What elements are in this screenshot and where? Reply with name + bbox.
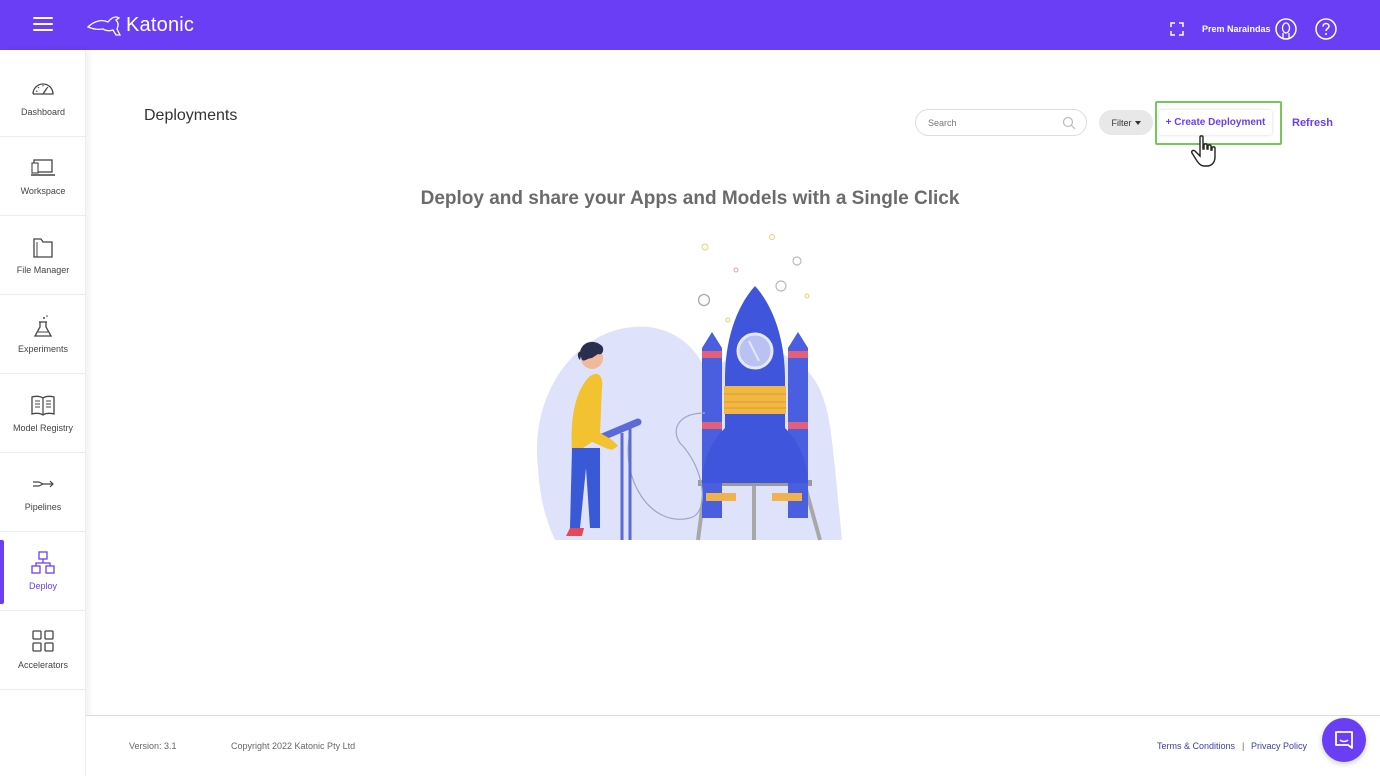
- filter-label: Filter: [1111, 117, 1132, 128]
- folder-icon: [33, 238, 53, 258]
- search-box[interactable]: [915, 109, 1087, 136]
- chat-button[interactable]: [1322, 718, 1366, 762]
- hero-message: Deploy and share your Apps and Models wi…: [420, 188, 960, 209]
- hand-cursor-icon: [1191, 135, 1216, 167]
- terms-link[interactable]: Terms & Conditions: [1157, 741, 1235, 751]
- flask-icon: [33, 315, 53, 337]
- page-title: Deployments: [144, 107, 238, 124]
- sidebar-item-label: Model Registry: [12, 423, 74, 433]
- refresh-button[interactable]: Refresh: [1292, 117, 1333, 129]
- caret-down-icon: [1134, 120, 1141, 125]
- sidebar-item-deploy[interactable]: Deploy: [0, 532, 86, 611]
- sidebar: Dashboard Workspace File Manager Experim…: [0, 50, 86, 776]
- rocket-launch-illustration: [536, 234, 842, 541]
- sidebar-item-file-manager[interactable]: File Manager: [0, 216, 86, 295]
- sidebar-item-label: Experiments: [17, 344, 69, 354]
- gauge-icon: [32, 83, 54, 95]
- version-text: Version: 3.1: [129, 741, 177, 751]
- sidebar-item-accelerators[interactable]: Accelerators: [0, 611, 86, 690]
- search-icon[interactable]: [1062, 116, 1076, 130]
- copyright-text: Copyright 2022 Katonic Pty Ltd: [231, 741, 356, 751]
- top-bar: Katonic Prem Naraindas: [0, 0, 1380, 50]
- footer-separator: |: [1242, 741, 1245, 751]
- menu-icon[interactable]: [33, 17, 53, 33]
- sidebar-item-label: File Manager: [16, 265, 70, 275]
- filter-button[interactable]: Filter: [1099, 110, 1153, 135]
- sidebar-item-label: Dashboard: [20, 107, 66, 117]
- deploy-icon: [31, 551, 55, 574]
- book-icon: [31, 395, 55, 416]
- footer: Version: 3.1 Copyright 2022 Katonic Pty …: [86, 715, 1380, 776]
- sidebar-item-label: Pipelines: [24, 502, 62, 512]
- app-logo[interactable]: Katonic: [86, 10, 194, 40]
- hero-text: Deploy and share your Apps and Models wi…: [0, 188, 1380, 210]
- sidebar-item-model-registry[interactable]: Model Registry: [0, 374, 86, 453]
- create-deployment-button[interactable]: + Create Deployment: [1159, 110, 1272, 135]
- fullscreen-icon[interactable]: [1170, 22, 1184, 36]
- pipeline-icon: [33, 480, 54, 488]
- app-name: Katonic: [126, 13, 195, 36]
- help-icon[interactable]: [1315, 18, 1337, 40]
- search-input[interactable]: [928, 117, 1058, 128]
- sidebar-item-label: Accelerators: [17, 660, 69, 670]
- privacy-link[interactable]: Privacy Policy: [1251, 741, 1307, 751]
- user-avatar-icon[interactable]: [1275, 18, 1297, 40]
- kangaroo-logo-icon: [86, 16, 122, 36]
- laptop-icon: [31, 159, 55, 176]
- grid-icon: [32, 630, 54, 652]
- sidebar-item-dashboard[interactable]: Dashboard: [0, 58, 86, 137]
- chat-icon: [1335, 731, 1353, 749]
- user-name[interactable]: Prem Naraindas: [1202, 24, 1271, 34]
- sidebar-item-experiments[interactable]: Experiments: [0, 295, 86, 374]
- sidebar-item-pipelines[interactable]: Pipelines: [0, 453, 86, 532]
- sidebar-item-label: Deploy: [28, 581, 57, 591]
